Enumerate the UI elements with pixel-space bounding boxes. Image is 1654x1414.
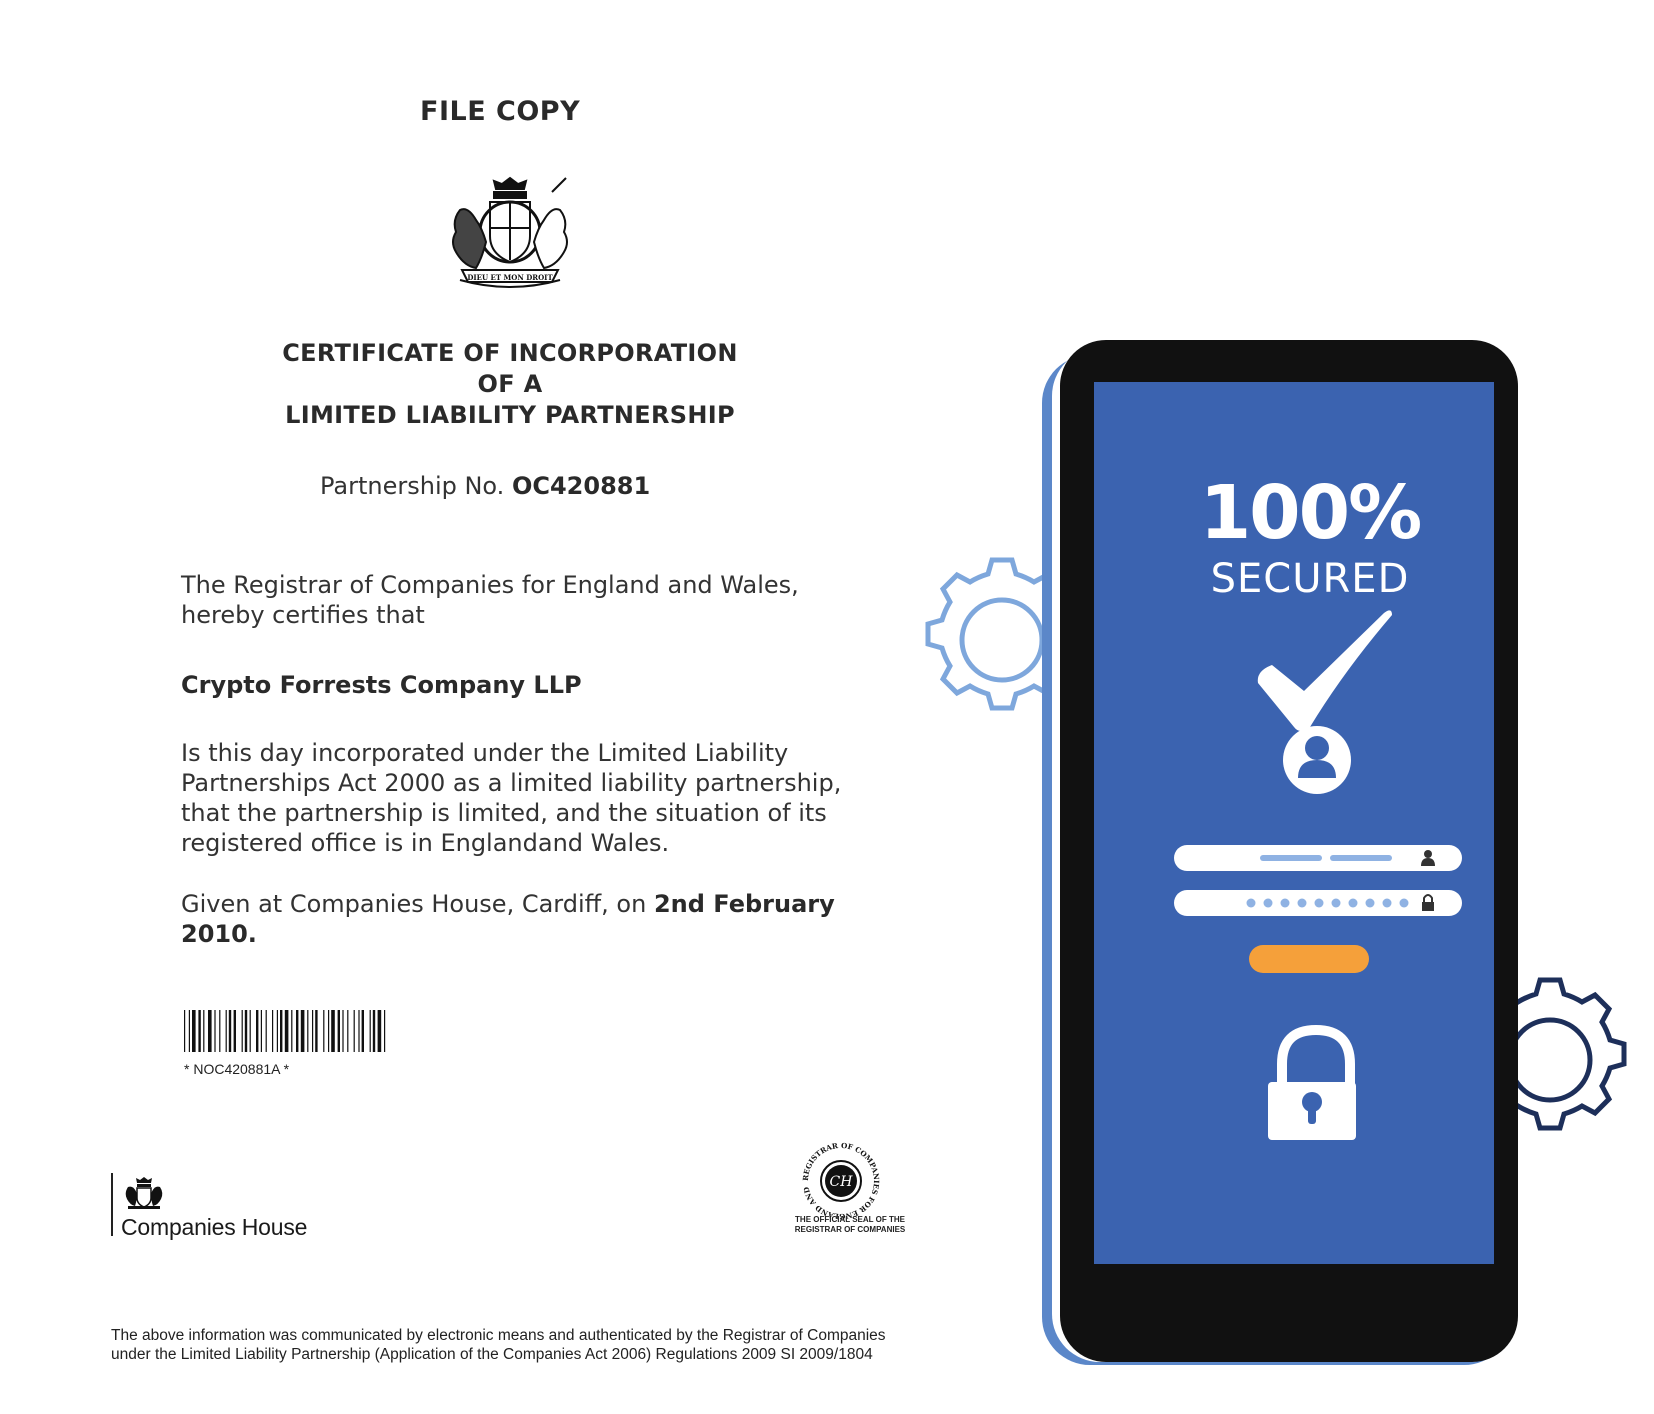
file-copy-header: FILE COPY [420,96,581,127]
barcode-bar [265,1010,267,1052]
barcode-bar [188,1010,190,1052]
barcode-bar [342,1010,344,1052]
barcode-bar [284,1010,289,1052]
barcode-bar [291,1010,293,1052]
barcode-bar [384,1010,386,1052]
official-seal: REGISTRAR OF COMPANIES FOR ENGLAND AND W… [795,1135,881,1221]
barcode-bar [361,1010,364,1052]
incorporated-line4: registered office is in Englandand Wales… [181,829,670,857]
incorporated-line1: Is this day incorporated under the Limit… [181,739,789,767]
barcode-bar [241,1010,243,1052]
barcode-bar [315,1010,318,1052]
svg-text:DIEU ET MON DROIT: DIEU ET MON DROIT [467,273,553,282]
partnership-label: Partnership No. [320,472,512,500]
seal-caption-line2: REGISTRAR OF COMPANIES [794,1225,906,1234]
barcode-bar [369,1010,371,1052]
given-prefix: Given at Companies House, Cardiff, on [181,890,654,918]
barcode-bar [184,1010,186,1052]
barcode-bar [328,1010,330,1052]
barcode-bar [272,1010,274,1052]
barcode-bar [372,1010,376,1052]
barcode-bar [228,1010,232,1052]
barcode-bar [276,1010,278,1052]
companies-house-logo-text: Companies House [121,1214,308,1240]
barcode-bar [358,1010,360,1052]
svg-text:CH: CH [830,1174,854,1190]
certificate-title-line2: OF A [477,370,543,398]
barcode-bar [244,1010,248,1052]
barcode-bar [219,1010,221,1052]
given-statement: Given at Companies House, Cardiff, on 2n… [181,889,901,949]
barcode-bar [337,1010,340,1052]
barcode-bar [256,1010,259,1052]
barcode-bar [347,1010,349,1052]
barcode-bar [214,1010,216,1052]
user-icon [1283,726,1351,794]
certificate-title: CERTIFICATE OF INCORPORATION OF A LIMITE… [230,338,790,431]
barcode-bar [353,1010,355,1052]
barcode-bar [296,1010,299,1052]
barcode-bar [280,1010,283,1052]
royal-coat-of-arms: DIEU ET MON DROIT [452,176,568,288]
secured-headline: 100% [1199,470,1423,556]
login-button [1249,945,1369,973]
incorporated-line2: Partnerships Act 2000 as a limited liabi… [181,769,842,797]
barcode-bar [192,1010,196,1052]
barcode-bar [300,1010,305,1052]
company-name: Crypto Forrests Company LLP [181,671,582,699]
companies-house-crest-icon [125,1177,163,1209]
password-field [1174,890,1462,916]
footer-note: The above information was communicated b… [111,1326,1011,1364]
partnership-number-value: OC420881 [511,472,651,500]
barcode-bar [260,1010,262,1052]
barcode-bar [312,1010,314,1052]
certificate-title-line1: CERTIFICATE OF INCORPORATION [282,339,738,367]
barcode-bar [249,1010,251,1052]
registrar-statement: The Registrar of Companies for England a… [181,570,901,630]
barcode-bar [377,1010,382,1052]
barcode-bar [331,1010,335,1052]
footer-line1: The above information was communicated b… [111,1327,886,1344]
barcode-bar [323,1010,325,1052]
incorporation-statement: Is this day incorporated under the Limit… [181,738,901,858]
barcode-bar [208,1010,212,1052]
seal-caption: THE OFFICIAL SEAL OF THE REGISTRAR OF CO… [790,1215,910,1235]
registrar-line2: hereby certifies that [181,601,425,629]
certificate-title-line3: LIMITED LIABILITY PARTNERSHIP [285,401,735,429]
seal-caption-line1: THE OFFICIAL SEAL OF THE [795,1215,905,1224]
barcode [184,1010,386,1052]
footer-line2: under the Limited Liability Partnership … [111,1346,873,1363]
registrar-line1: The Registrar of Companies for England a… [181,571,799,599]
incorporated-line3: that the partnership is limited, and the… [181,799,827,827]
barcode-bar [233,1010,236,1052]
partnership-number: Partnership No. OC420881 [320,472,650,500]
logo-divider [111,1173,113,1236]
secured-subline: SECURED [1210,556,1410,602]
barcode-text: * NOC420881A * [184,1061,290,1077]
barcode-bar [203,1010,205,1052]
barcode-bar [225,1010,227,1052]
username-field [1174,845,1462,871]
barcode-bar [307,1010,309,1052]
barcode-bar [198,1010,201,1052]
